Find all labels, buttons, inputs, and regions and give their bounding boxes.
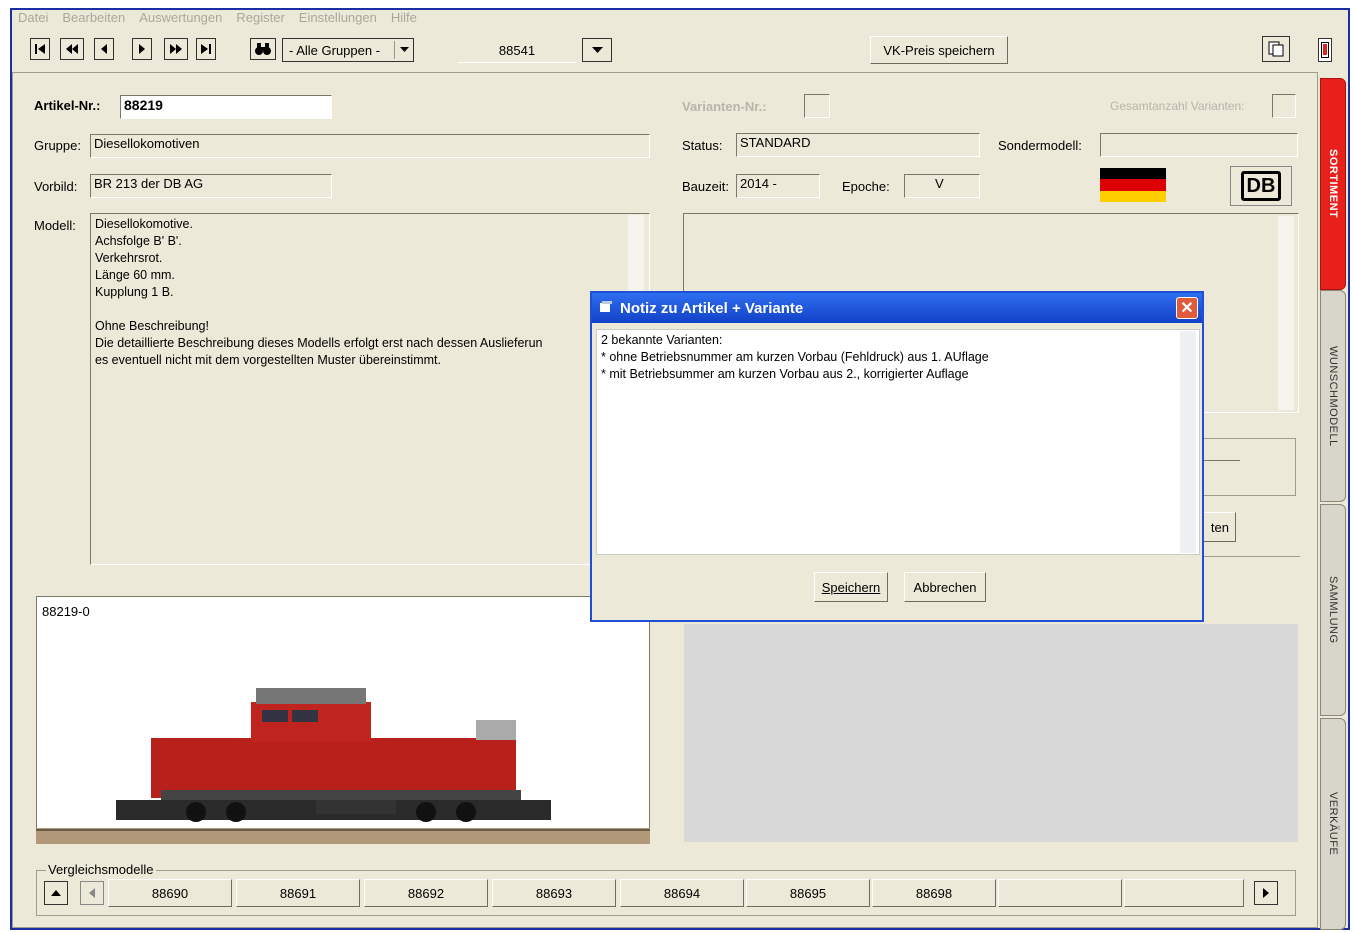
bauzeit-label: Bauzeit: — [682, 179, 729, 194]
vorbild-field[interactable]: BR 213 der DB AG — [90, 174, 332, 198]
compare-model-8[interactable] — [998, 879, 1122, 907]
gruppe-label: Gruppe: — [34, 138, 81, 153]
status-label: Status: — [682, 138, 723, 153]
tab-sortiment-label: SORTIMENT — [1327, 149, 1339, 219]
save-price-button[interactable]: VK-Preis speichern — [870, 36, 1008, 64]
note-scrollbar[interactable] — [1180, 331, 1196, 553]
tab-wunschmodell-label: WUNSCHMODELL — [1327, 345, 1339, 447]
right-image-area — [684, 624, 1298, 842]
note-textarea[interactable]: 2 bekannte Varianten: * ohne Betriebsnum… — [596, 329, 1200, 555]
last-record-button[interactable] — [196, 38, 216, 60]
menu-einstellungen[interactable]: Einstellungen — [299, 10, 377, 28]
first-icon — [35, 44, 45, 54]
db-logo: DB — [1240, 171, 1282, 201]
chevron-down-icon — [591, 46, 603, 53]
locomotive-image — [36, 688, 650, 844]
save-button[interactable]: Speichern — [814, 572, 888, 602]
gesamt-field — [1272, 94, 1296, 118]
chevron-down-icon — [394, 41, 413, 59]
menu-bar: Datei Bearbeiten Auswertungen Register E… — [18, 10, 417, 28]
vorbild-label: Vorbild: — [34, 179, 78, 194]
compare-model-6[interactable]: 88695 — [746, 879, 870, 907]
arrow-left-icon — [88, 888, 95, 898]
varianten-label: Varianten-Nr.: — [682, 99, 767, 114]
menu-hilfe[interactable]: Hilfe — [391, 10, 417, 28]
next-button[interactable] — [132, 38, 152, 60]
scroll-right-button[interactable] — [1254, 881, 1278, 905]
group-select-value: - Alle Gruppen - — [289, 42, 381, 58]
right-notes-scrollbar[interactable] — [1278, 216, 1294, 410]
forward-fast-button[interactable] — [164, 38, 188, 60]
article-number-display[interactable]: 88541 — [458, 38, 576, 63]
arrow-right-icon — [1262, 888, 1269, 898]
right-group-box — [1200, 438, 1296, 496]
tab-sammlung-label: SAMMLUNG — [1327, 576, 1339, 644]
search-button[interactable] — [250, 38, 276, 60]
modell-textarea[interactable]: Diesellokomotive. Achsfolge B' B'. Verke… — [90, 213, 650, 565]
bauzeit-field[interactable]: 2014 - — [736, 174, 820, 198]
db-logo-frame: DB — [1230, 166, 1292, 206]
dialog-title-bar[interactable]: Notiz zu Artikel + Variante — [592, 293, 1202, 323]
exit-button[interactable] — [1318, 38, 1332, 62]
gesamt-label: Gesamtanzahl Varianten: — [1110, 99, 1245, 113]
artikel-label: Artikel-Nr.: — [34, 98, 101, 113]
image-caption: 88219-0 — [42, 604, 90, 619]
status-field[interactable]: STANDARD — [736, 133, 980, 157]
compare-model-3[interactable]: 88692 — [364, 879, 488, 907]
tab-wunschmodell[interactable]: WUNSCHMODELL — [1320, 290, 1346, 502]
compare-model-7[interactable]: 88698 — [872, 879, 996, 907]
binoculars-icon — [255, 43, 271, 55]
menu-datei[interactable]: Datei — [18, 10, 48, 28]
germany-flag-icon — [1100, 168, 1166, 202]
compare-model-1[interactable]: 88690 — [108, 879, 232, 907]
rewind-icon — [66, 44, 78, 54]
close-icon: ✕ — [1180, 300, 1194, 317]
last-icon — [201, 44, 211, 54]
epoche-field[interactable]: V — [904, 174, 980, 198]
cancel-button[interactable]: Abbrechen — [904, 572, 986, 602]
menu-bearbeiten[interactable]: Bearbeiten — [62, 10, 125, 28]
dialog-title: Notiz zu Artikel + Variante — [620, 299, 804, 317]
previous-icon — [101, 44, 107, 54]
compare-model-2[interactable]: 88691 — [236, 879, 360, 907]
door-icon — [1321, 42, 1329, 58]
fast-forward-icon — [170, 44, 182, 54]
first-record-button[interactable] — [30, 38, 50, 60]
next-icon — [139, 44, 145, 54]
print-button[interactable] — [1262, 36, 1290, 62]
gruppe-field[interactable]: Diesellokomotiven — [90, 134, 650, 158]
vergleich-label: Vergleichsmodelle — [46, 862, 156, 877]
close-button[interactable]: ✕ — [1176, 297, 1198, 319]
right-field-line — [1204, 460, 1240, 461]
compare-model-4[interactable]: 88693 — [492, 879, 616, 907]
sondermodell-field[interactable] — [1100, 133, 1298, 157]
scroll-up-button[interactable] — [44, 881, 68, 905]
epoche-label: Epoche: — [842, 179, 890, 194]
compare-model-9[interactable] — [1124, 879, 1244, 907]
sondermodell-label: Sondermodell: — [998, 138, 1082, 153]
menu-register[interactable]: Register — [236, 10, 284, 28]
tab-verkaeufe[interactable]: VERKÄUFE — [1320, 718, 1346, 930]
divider — [1196, 556, 1300, 557]
note-dialog: Notiz zu Artikel + Variante ✕ 2 bekannte… — [590, 291, 1204, 622]
arrow-up-icon — [51, 889, 61, 896]
back-fast-button[interactable] — [60, 38, 84, 60]
tab-verkaeufe-label: VERKÄUFE — [1327, 792, 1339, 856]
note-icon — [600, 300, 612, 317]
menu-auswertungen[interactable]: Auswertungen — [139, 10, 222, 28]
article-dropdown-button[interactable] — [582, 38, 612, 62]
compare-model-5[interactable]: 88694 — [620, 879, 744, 907]
artikel-nr-input[interactable]: 88219 — [120, 95, 332, 119]
tab-sortiment[interactable]: SORTIMENT — [1320, 78, 1346, 290]
group-select[interactable]: - Alle Gruppen - — [282, 38, 414, 62]
copy-icon — [1268, 41, 1284, 57]
tab-sammlung[interactable]: SAMMLUNG — [1320, 504, 1346, 716]
scroll-left-button[interactable] — [80, 881, 104, 905]
previous-button[interactable] — [94, 38, 114, 60]
modell-label: Modell: — [34, 218, 76, 233]
varianten-field[interactable] — [804, 94, 830, 118]
